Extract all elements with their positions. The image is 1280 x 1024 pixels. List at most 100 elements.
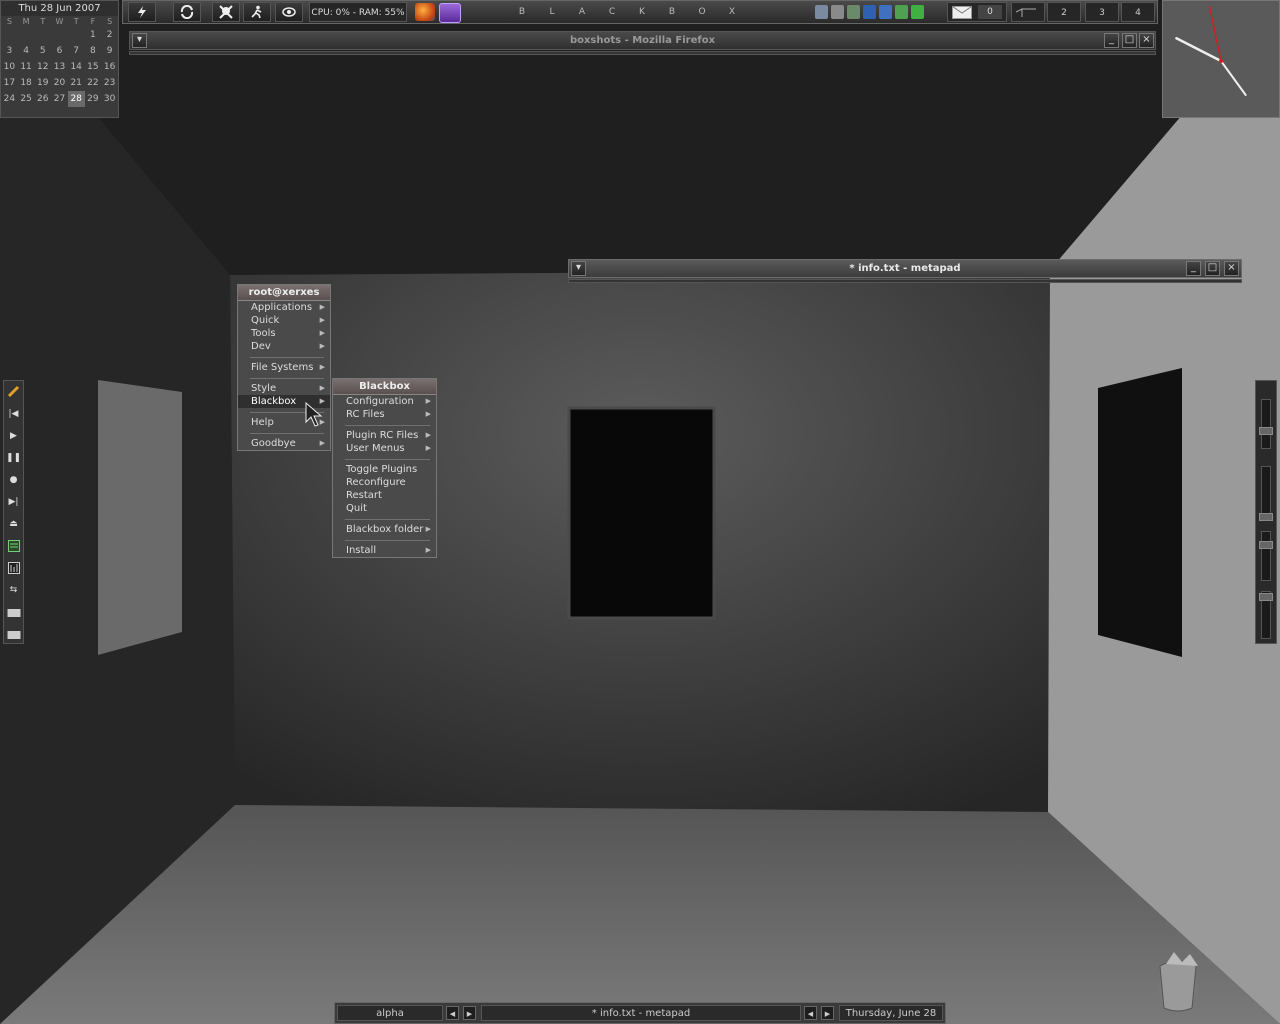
menu-item-rc-files[interactable]: RC Files ▶: [333, 408, 436, 421]
shade-icon[interactable]: ▾: [571, 261, 586, 276]
workspace-4[interactable]: 4: [1121, 2, 1155, 22]
firefox-window-titlebar[interactable]: ▾ boxshots - Mozilla Firefox _ □ ×: [129, 31, 1156, 50]
prev-window-button[interactable]: ◀: [804, 1006, 817, 1020]
trash-icon[interactable]: [1152, 950, 1212, 1014]
menu-item-goodbye[interactable]: Goodbye ▶: [238, 437, 330, 450]
next-window-button[interactable]: ▶: [821, 1006, 834, 1020]
pcm-slider-knob[interactable]: [1259, 513, 1273, 521]
workspace-label[interactable]: alpha: [337, 1005, 443, 1021]
calendar-day[interactable]: 24: [1, 91, 18, 107]
calendar-day[interactable]: 11: [18, 59, 35, 75]
runner-icon[interactable]: [243, 2, 271, 22]
menu-item-configuration[interactable]: Configuration ▶: [333, 395, 436, 408]
calendar-day[interactable]: 25: [18, 91, 35, 107]
calendar-day[interactable]: 17: [1, 75, 18, 91]
menu-item-blackbox-folder[interactable]: Blackbox folder ▶: [333, 523, 436, 536]
shade-icon[interactable]: ▾: [132, 33, 147, 48]
calendar-day[interactable]: 2: [101, 27, 118, 43]
menu-item-restart[interactable]: Restart: [333, 489, 436, 502]
metapad-window-titlebar[interactable]: ▾ * info.txt - metapad _ □ ×: [568, 259, 1242, 278]
close-icon[interactable]: ×: [1224, 261, 1239, 276]
menu-item-tools[interactable]: Tools ▶: [238, 327, 330, 340]
equalizer-icon[interactable]: [6, 560, 21, 575]
calendar-day[interactable]: 29: [85, 91, 102, 107]
workspace-3[interactable]: 3: [1085, 2, 1119, 22]
calendar-day[interactable]: 28: [67, 91, 85, 107]
pause-icon[interactable]: ❚❚: [6, 450, 21, 465]
firefox-icon[interactable]: [415, 3, 435, 21]
calendar-day[interactable]: 10: [1, 59, 18, 75]
stop-icon[interactable]: ●: [6, 472, 21, 487]
calendar-day[interactable]: 30: [101, 91, 118, 107]
menu-item-applications[interactable]: Applications ▶: [238, 301, 330, 314]
calendar-day[interactable]: 3: [1, 43, 18, 59]
update-icon[interactable]: [847, 5, 860, 19]
volume-slider-track[interactable]: [1261, 399, 1271, 449]
calendar-day[interactable]: 27: [51, 91, 68, 107]
maximize-icon[interactable]: □: [1205, 261, 1220, 276]
close-icon[interactable]: ×: [1139, 33, 1154, 48]
calendar-day[interactable]: 1: [85, 27, 102, 43]
calendar-widget[interactable]: Thu 28 Jun 2007 SMTWTFS 1 2 3 4 5 6 7 8 9 10 11 12 1…: [0, 0, 119, 118]
calendar-day[interactable]: 20: [51, 75, 68, 91]
run-icon[interactable]: [128, 2, 156, 22]
settings-icon[interactable]: [831, 5, 844, 19]
shuffle-icon[interactable]: ⇆: [6, 582, 21, 597]
menu-item-reconfigure[interactable]: Reconfigure: [333, 476, 436, 489]
calendar-day[interactable]: 26: [34, 91, 51, 107]
menu-item-quit[interactable]: Quit: [333, 502, 436, 515]
workspace-2[interactable]: 2: [1047, 2, 1081, 22]
xmms-icon[interactable]: [6, 384, 21, 399]
eject-icon[interactable]: ⏏: [6, 516, 21, 531]
calendar-day[interactable]: 7: [68, 43, 85, 59]
calendar-day[interactable]: 16: [101, 59, 118, 75]
menu-item-toggle-plugins[interactable]: Toggle Plugins: [333, 463, 436, 476]
calendar-day[interactable]: 5: [34, 43, 51, 59]
volume-slider-knob[interactable]: [1259, 427, 1273, 435]
menu-item-plugin-rc-files[interactable]: Plugin RC Files ▶: [333, 429, 436, 442]
volume-icon[interactable]: [879, 5, 892, 19]
drive-icon[interactable]: [6, 626, 21, 641]
playlist-icon[interactable]: [6, 538, 21, 553]
mic-slider-knob[interactable]: [1259, 593, 1273, 601]
minimize-icon[interactable]: _: [1104, 33, 1119, 48]
focused-window-label[interactable]: * info.txt - metapad: [481, 1005, 801, 1021]
line-slider-knob[interactable]: [1259, 541, 1273, 549]
calendar-day[interactable]: 15: [85, 59, 102, 75]
info-icon[interactable]: [863, 5, 876, 19]
workspace-1[interactable]: [1011, 2, 1045, 22]
calendar-day[interactable]: 19: [34, 75, 51, 91]
calendar-day[interactable]: 12: [34, 59, 51, 75]
menu-item-user-menus[interactable]: User Menus ▶: [333, 442, 436, 455]
play-icon[interactable]: ▶: [6, 428, 21, 443]
gimp-eye-icon[interactable]: [275, 2, 303, 22]
calendar-day[interactable]: 21: [68, 75, 85, 91]
previous-track-icon[interactable]: |◀: [6, 406, 21, 421]
battery-icon[interactable]: [895, 5, 908, 19]
metapad-window-handle[interactable]: [568, 279, 1242, 283]
calendar-day[interactable]: 9: [101, 43, 118, 59]
menu-item-quick[interactable]: Quick ▶: [238, 314, 330, 327]
minimize-icon[interactable]: _: [1186, 261, 1201, 276]
calendar-day[interactable]: 4: [18, 43, 35, 59]
maximize-icon[interactable]: □: [1122, 33, 1137, 48]
line-slider-track[interactable]: [1261, 531, 1271, 581]
refresh-icon[interactable]: [173, 2, 201, 22]
next-track-icon[interactable]: ▶|: [6, 494, 21, 509]
calendar-day[interactable]: 23: [101, 75, 118, 91]
next-workspace-button[interactable]: ▶: [463, 1006, 476, 1020]
calendar-day[interactable]: 8: [85, 43, 102, 59]
menu-item-style[interactable]: Style ▶: [238, 382, 330, 395]
recycle-icon[interactable]: [911, 5, 924, 19]
menu-item-file-systems[interactable]: File Systems ▶: [238, 361, 330, 374]
network-icon[interactable]: [815, 5, 828, 19]
ebook-icon[interactable]: [439, 3, 461, 23]
calendar-day[interactable]: 13: [51, 59, 68, 75]
mail-checker[interactable]: 0: [947, 2, 1007, 22]
prev-workspace-button[interactable]: ◀: [446, 1006, 459, 1020]
calendar-day[interactable]: 18: [18, 75, 35, 91]
menu-item-install[interactable]: Install ▶: [333, 544, 436, 557]
firefox-window-handle[interactable]: [129, 51, 1156, 55]
calendar-day[interactable]: 22: [85, 75, 102, 91]
drive-icon[interactable]: [6, 604, 21, 619]
